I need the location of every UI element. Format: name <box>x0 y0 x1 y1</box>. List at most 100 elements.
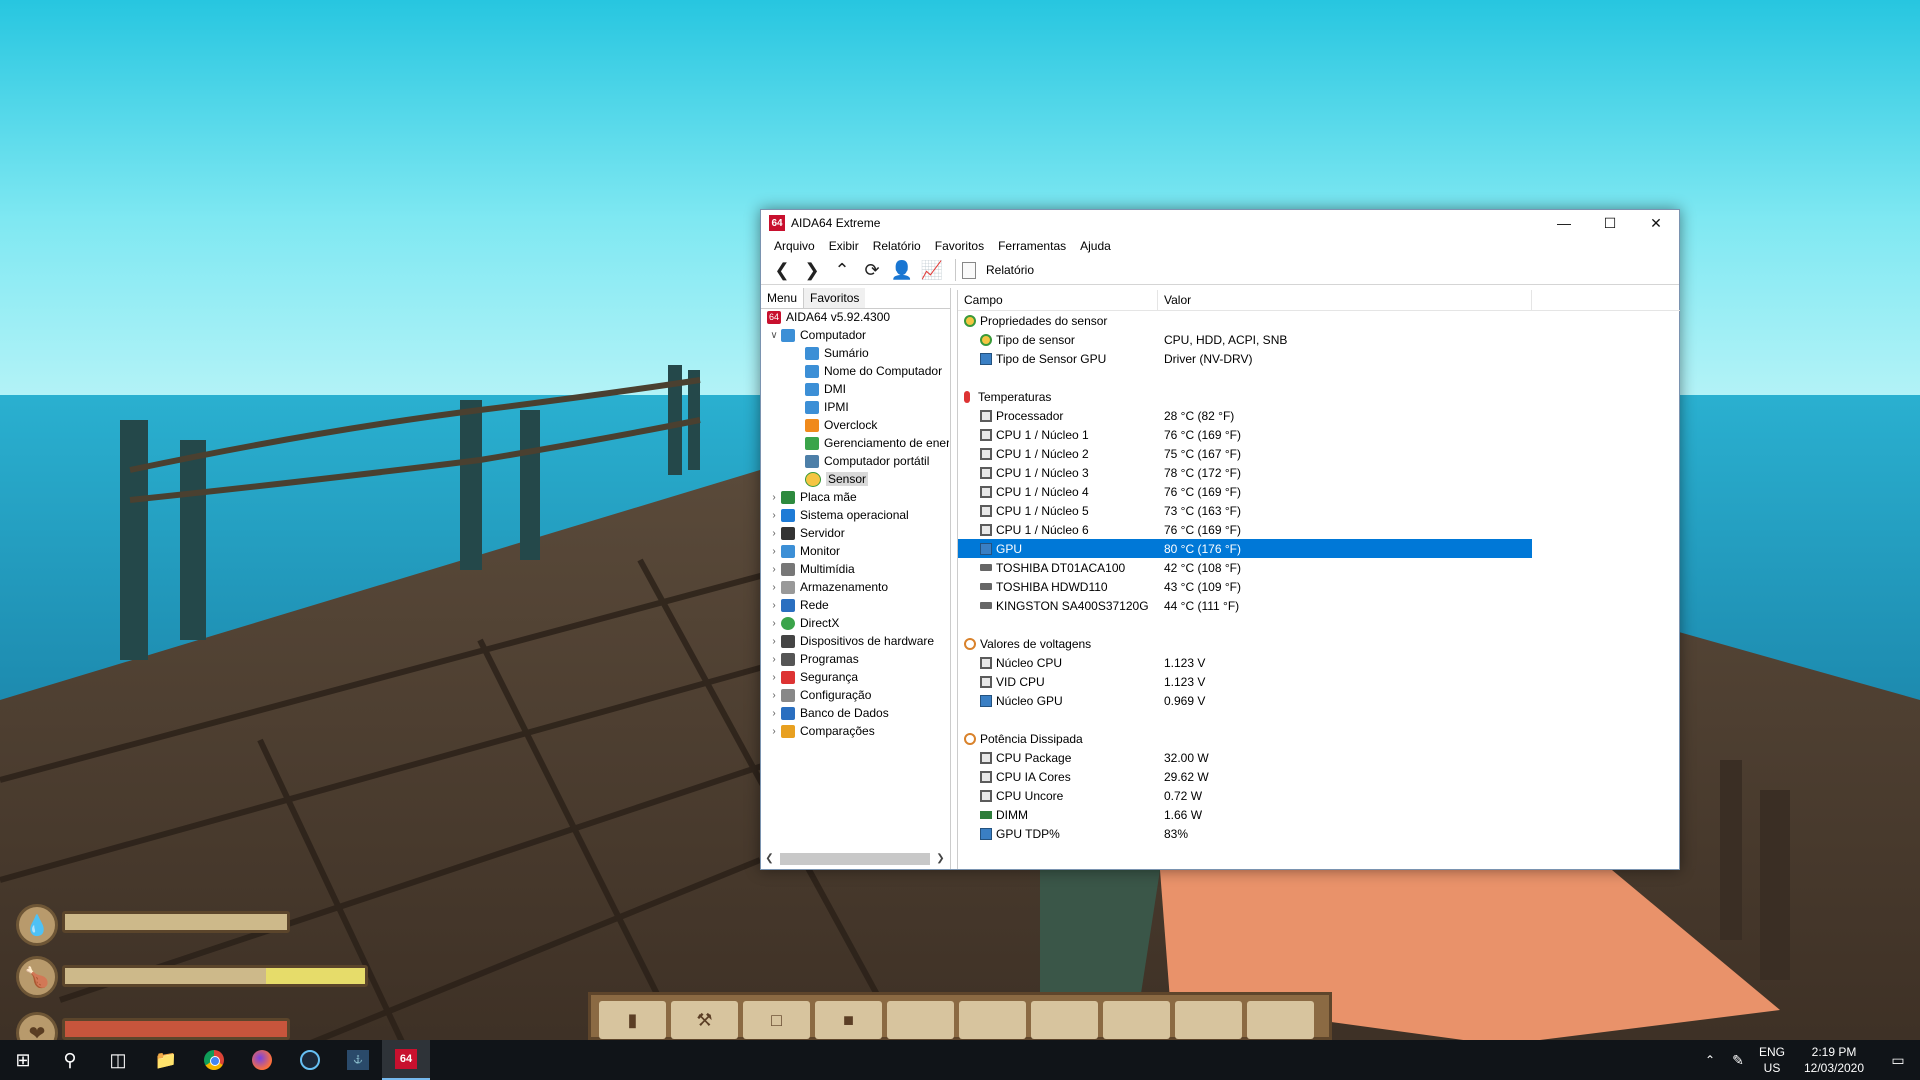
file-explorer-icon[interactable]: 📁 <box>142 1040 190 1080</box>
tree-item-placa-mae[interactable]: › Placa mãe <box>761 488 949 506</box>
tree-item-dispositivos-hardware[interactable]: › Dispositivos de hardware <box>761 632 949 650</box>
tab-menu[interactable]: Menu <box>761 288 804 308</box>
expand-icon[interactable]: › <box>767 600 781 611</box>
hotbar-slot-empty[interactable] <box>1247 1001 1314 1039</box>
hotbar-slot-hook-icon[interactable]: ⚒ <box>671 1001 738 1039</box>
expand-icon[interactable]: › <box>767 690 781 701</box>
steam-icon[interactable] <box>286 1040 334 1080</box>
table-row[interactable]: TOSHIBA DT01ACA100 42 °C (108 °F) <box>958 558 1680 577</box>
title-bar[interactable]: 64 AIDA64 Extreme — ☐ ✕ <box>761 210 1679 236</box>
tree-item-configuracao[interactable]: › Configuração <box>761 686 949 704</box>
tree-item-ipmi[interactable]: IPMI <box>761 398 949 416</box>
menu-ajuda[interactable]: Ajuda <box>1073 239 1118 253</box>
refresh-icon[interactable]: ⟳ <box>857 257 887 283</box>
tree-item-sensor[interactable]: Sensor <box>761 470 949 488</box>
table-row[interactable]: VID CPU 1.123 V <box>958 672 1680 691</box>
expand-icon[interactable]: › <box>767 510 781 521</box>
table-row[interactable]: Processador 28 °C (82 °F) <box>958 406 1680 425</box>
column-header-campo[interactable]: Campo <box>958 290 1158 310</box>
expand-icon[interactable]: › <box>767 564 781 575</box>
table-row[interactable]: KINGSTON SA400S37120G 44 °C (111 °F) <box>958 596 1680 615</box>
table-row[interactable]: CPU Package 32.00 W <box>958 748 1680 767</box>
scroll-right-icon[interactable]: ❯ <box>932 853 949 864</box>
table-row[interactable]: CPU Uncore 0.72 W <box>958 786 1680 805</box>
tree-item-nome-computador[interactable]: Nome do Computador <box>761 362 949 380</box>
table-row[interactable]: CPU 1 / Núcleo 6 76 °C (169 °F) <box>958 520 1680 539</box>
chart-icon[interactable]: 📈 <box>917 257 947 283</box>
menu-exibir[interactable]: Exibir <box>822 239 866 253</box>
firefox-icon[interactable] <box>238 1040 286 1080</box>
hotbar-slot-empty[interactable] <box>959 1001 1026 1039</box>
tree-item-dmi[interactable]: DMI <box>761 380 949 398</box>
expand-icon[interactable]: › <box>767 528 781 539</box>
menu-ferramentas[interactable]: Ferramentas <box>991 239 1073 253</box>
tree-item-monitor[interactable]: › Monitor <box>761 542 949 560</box>
table-row-selected[interactable]: GPU 80 °C (176 °F) <box>958 539 1532 558</box>
minimize-button[interactable]: — <box>1541 210 1587 236</box>
tree-item-programas[interactable]: › Programas <box>761 650 949 668</box>
maximize-button[interactable]: ☐ <box>1587 210 1633 236</box>
scrollbar-thumb[interactable] <box>780 852 930 865</box>
expand-icon[interactable]: › <box>767 654 781 665</box>
hotbar-slot-paper-icon[interactable]: □ <box>743 1001 810 1039</box>
tree-item-gerenciamento-energia[interactable]: Gerenciamento de ener <box>761 434 949 452</box>
report-icon[interactable] <box>962 261 976 279</box>
report-button[interactable]: Relatório <box>986 263 1034 277</box>
table-row[interactable]: CPU 1 / Núcleo 3 78 °C (172 °F) <box>958 463 1680 482</box>
tree-item-root[interactable]: 64 AIDA64 v5.92.4300 <box>761 308 949 326</box>
clock[interactable]: 2:19 PM 12/03/2020 <box>1792 1044 1876 1076</box>
expand-icon[interactable]: › <box>767 672 781 683</box>
task-view-icon[interactable]: ◫ <box>94 1040 142 1080</box>
tree-item-directx[interactable]: › DirectX <box>761 614 949 632</box>
tree-item-multimidia[interactable]: › Multimídia <box>761 560 949 578</box>
tree-item-sistema-operacional[interactable]: › Sistema operacional <box>761 506 949 524</box>
tree-item-armazenamento[interactable]: › Armazenamento <box>761 578 949 596</box>
expand-icon[interactable]: › <box>767 618 781 629</box>
table-row[interactable]: Tipo de sensor CPU, HDD, ACPI, SNB <box>958 330 1680 349</box>
tree-item-servidor[interactable]: › Servidor <box>761 524 949 542</box>
expand-icon[interactable]: › <box>767 492 781 503</box>
table-row[interactable]: CPU 1 / Núcleo 1 76 °C (169 °F) <box>958 425 1680 444</box>
table-row[interactable]: GPU TDP% 83% <box>958 824 1680 843</box>
table-row[interactable]: CPU IA Cores 29.62 W <box>958 767 1680 786</box>
show-hidden-icons-icon[interactable]: ⌃ <box>1696 1040 1724 1080</box>
notifications-icon[interactable]: ▭ <box>1876 1040 1920 1080</box>
close-button[interactable]: ✕ <box>1633 210 1679 236</box>
tab-favoritos[interactable]: Favoritos <box>803 288 866 308</box>
tree-item-sumario[interactable]: Sumário <box>761 344 949 362</box>
collapse-icon[interactable]: ∨ <box>767 330 781 341</box>
hotbar-slot-plank-icon[interactable]: ▮ <box>599 1001 666 1039</box>
horizontal-scrollbar[interactable]: ❮ ❯ <box>761 850 949 867</box>
table-row[interactable]: Tipo de Sensor GPU Driver (NV-DRV) <box>958 349 1680 368</box>
hotbar-slot-chest-icon[interactable]: ■ <box>815 1001 882 1039</box>
tree-item-overclock[interactable]: Overclock <box>761 416 949 434</box>
forward-icon[interactable]: ❯ <box>797 257 827 283</box>
pen-icon[interactable]: ✎ <box>1724 1040 1752 1080</box>
table-row[interactable]: CPU 1 / Núcleo 4 76 °C (169 °F) <box>958 482 1680 501</box>
table-row[interactable]: CPU 1 / Núcleo 2 75 °C (167 °F) <box>958 444 1680 463</box>
tree-item-computador[interactable]: ∨ Computador <box>761 326 949 344</box>
tree-item-banco-dados[interactable]: › Banco de Dados <box>761 704 949 722</box>
search-icon[interactable]: ⚲ <box>46 1040 94 1080</box>
scroll-left-icon[interactable]: ❮ <box>761 853 778 864</box>
tree-item-seguranca[interactable]: › Segurança <box>761 668 949 686</box>
hotbar-slot-empty[interactable] <box>887 1001 954 1039</box>
column-header-valor[interactable]: Valor <box>1158 290 1532 310</box>
table-row[interactable]: Núcleo GPU 0.969 V <box>958 691 1680 710</box>
menu-arquivo[interactable]: Arquivo <box>767 239 822 253</box>
table-row[interactable]: DIMM 1.66 W <box>958 805 1680 824</box>
chrome-icon[interactable] <box>190 1040 238 1080</box>
windows-start-icon[interactable]: ⊞ <box>0 1040 46 1080</box>
expand-icon[interactable]: › <box>767 708 781 719</box>
hotbar-slot-empty[interactable] <box>1031 1001 1098 1039</box>
tree-item-computador-portatil[interactable]: Computador portátil <box>761 452 949 470</box>
hotbar-slot-empty[interactable] <box>1103 1001 1170 1039</box>
expand-icon[interactable]: › <box>767 726 781 737</box>
tree-item-comparacoes[interactable]: › Comparações <box>761 722 949 740</box>
input-language[interactable]: ENG US <box>1752 1044 1792 1076</box>
tree-item-rede[interactable]: › Rede <box>761 596 949 614</box>
back-icon[interactable]: ❮ <box>767 257 797 283</box>
table-row[interactable]: Núcleo CPU 1.123 V <box>958 653 1680 672</box>
up-icon[interactable]: ⌃ <box>827 257 857 283</box>
hotbar-slot-empty[interactable] <box>1175 1001 1242 1039</box>
